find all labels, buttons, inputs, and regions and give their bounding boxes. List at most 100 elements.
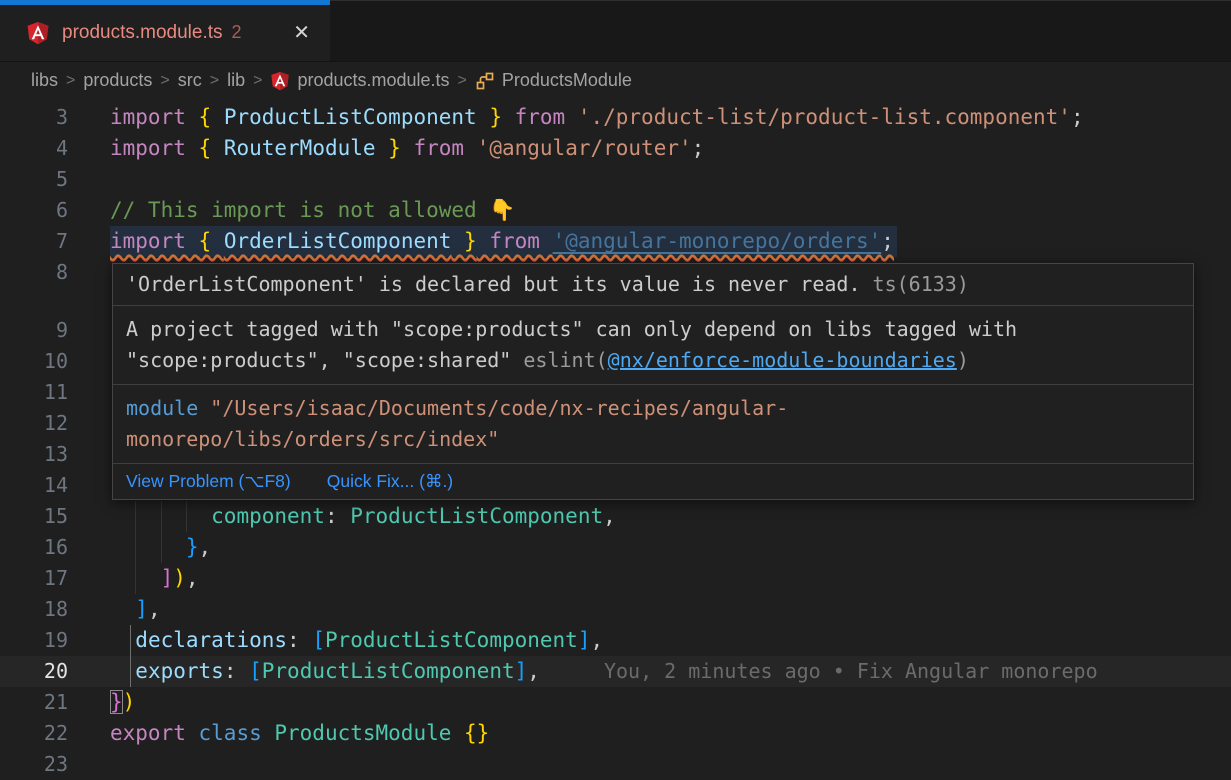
indent-guide [135,563,136,594]
token: : [325,504,350,528]
line-number: 14 [0,470,110,501]
breadcrumb-item-products-module-ts[interactable]: products.module.ts [270,70,449,91]
token: , [591,628,604,652]
breadcrumb-item-productsmodule[interactable]: ProductsModule [475,70,632,91]
token: export [110,721,199,745]
angular-icon [270,71,290,91]
breadcrumb-label: src [178,70,202,91]
breadcrumb-item-lib[interactable]: lib [227,70,245,91]
line-number: 11 [0,377,110,408]
token: ; [881,229,894,253]
view-problem-action[interactable]: View Problem (⌥F8) [126,468,291,495]
token: : [287,628,312,652]
line-content: import { ProductListComponent } from './… [110,102,1084,133]
token: RouterModule [224,136,376,160]
indent-guide [161,532,162,563]
token: { [199,105,224,129]
line-content: declarations: [ProductListComponent], [110,625,603,656]
active-indent-guide [130,656,131,687]
code-line-7[interactable]: 7import { OrderListComponent } from '@an… [0,226,1231,257]
chevron-right-icon: > [245,72,270,90]
code-line-18[interactable]: 18 ], [0,594,1231,625]
line-content: export class ProductsModule {} [110,718,489,749]
hover-message-ts: 'OrderListComponent' is declared but its… [113,264,1193,306]
line-number: 4 [0,133,110,164]
token: : [224,659,249,683]
code-line-16[interactable]: 16 }, [0,532,1231,563]
line-content: ]), [110,563,199,594]
breadcrumb-label: lib [227,70,245,91]
line-number: 6 [0,195,110,226]
hover-ts-text: 'OrderListComponent' is declared but its… [126,272,861,296]
token: from [502,105,578,129]
line-number: 22 [0,718,110,749]
token: ; [692,136,705,160]
code-line-3[interactable]: 3import { ProductListComponent } from '.… [0,102,1231,133]
line-content: exports: [ProductListComponent], [110,656,540,687]
token: from [401,136,477,160]
code-line-23[interactable]: 23 [0,749,1231,780]
hover-eslint-line1: A project tagged with "scope:products" c… [126,314,1180,345]
token: ; [1071,105,1084,129]
token: '@angular/router' [477,136,692,160]
close-icon[interactable]: ✕ [289,21,314,45]
token: [ [249,659,262,683]
indent-guide [186,501,187,532]
token: import [110,105,199,129]
line-number: 9 [0,315,110,346]
code-line-19[interactable]: 19 declarations: [ProductListComponent], [0,625,1231,656]
token: import [110,229,199,253]
line-number: 17 [0,563,110,594]
token: { [199,229,224,253]
tab-products-module[interactable]: products.module.ts 2 ✕ [0,0,330,61]
token: ProductListComponent [262,659,515,683]
token: ) [173,566,186,590]
chevron-right-icon: > [58,72,83,90]
token: ] [515,659,528,683]
token: ] [578,628,591,652]
line-content: import { RouterModule } from '@angular/r… [110,133,704,164]
code-line-5[interactable]: 5 [0,164,1231,195]
token: 👇 [489,198,515,222]
quick-fix-action[interactable]: Quick Fix... (⌘.) [327,468,453,495]
line-number: 13 [0,439,110,470]
code-line-22[interactable]: 22export class ProductsModule {} [0,718,1231,749]
token: class [199,721,275,745]
breadcrumb-item-src[interactable]: src [178,70,202,91]
token: ProductListComponent [224,105,477,129]
code-line-21[interactable]: 21}) [0,687,1231,718]
breadcrumb-item-products[interactable]: products [83,70,152,91]
line-number: 15 [0,501,110,532]
breadcrumb-label: products [83,70,152,91]
angular-icon [26,21,50,45]
hover-eslint-line2: "scope:products", "scope:shared" eslint(… [126,345,1180,376]
code-line-6[interactable]: 6// This import is not allowed 👇 [0,195,1231,226]
token: OrderListComponent [224,229,452,253]
code-line-15[interactable]: 15 component: ProductListComponent, [0,501,1231,532]
hover-eslint-line2-main: "scope:products", "scope:shared" [126,348,523,372]
token [110,597,135,621]
token: {} [464,721,489,745]
token: , [148,597,161,621]
line-number: 8 [0,257,110,288]
token: } [451,229,476,253]
code-line-20[interactable]: 20 exports: [ProductListComponent],You, … [0,656,1231,687]
token: , [186,566,199,590]
indent-guide [135,501,136,532]
code-line-17[interactable]: 17 ]), [0,563,1231,594]
tab-problem-badge: 2 [232,22,242,43]
code-editor[interactable]: 3import { ProductListComponent } from '.… [0,99,1231,779]
token: , [199,535,212,559]
module-path-line2: monorepo/libs/orders/src/index" [126,424,1180,455]
line-number: 5 [0,164,110,195]
code-line-4[interactable]: 4import { RouterModule } from '@angular/… [0,133,1231,164]
eslint-rule-link[interactable]: @nx/enforce-module-boundaries [608,348,957,372]
breadcrumb-item-libs[interactable]: libs [31,70,58,91]
hover-message-eslint: A project tagged with "scope:products" c… [113,306,1193,385]
tab-bar: products.module.ts 2 ✕ [0,0,1231,62]
warning-squiggle: import { OrderListComponent } from '@ang… [110,229,894,253]
line-content: }) [110,687,135,718]
hover-message-module: module "/Users/isaac/Documents/code/nx-r… [113,385,1193,464]
line-number: 18 [0,594,110,625]
breadcrumb-label: ProductsModule [502,70,632,91]
